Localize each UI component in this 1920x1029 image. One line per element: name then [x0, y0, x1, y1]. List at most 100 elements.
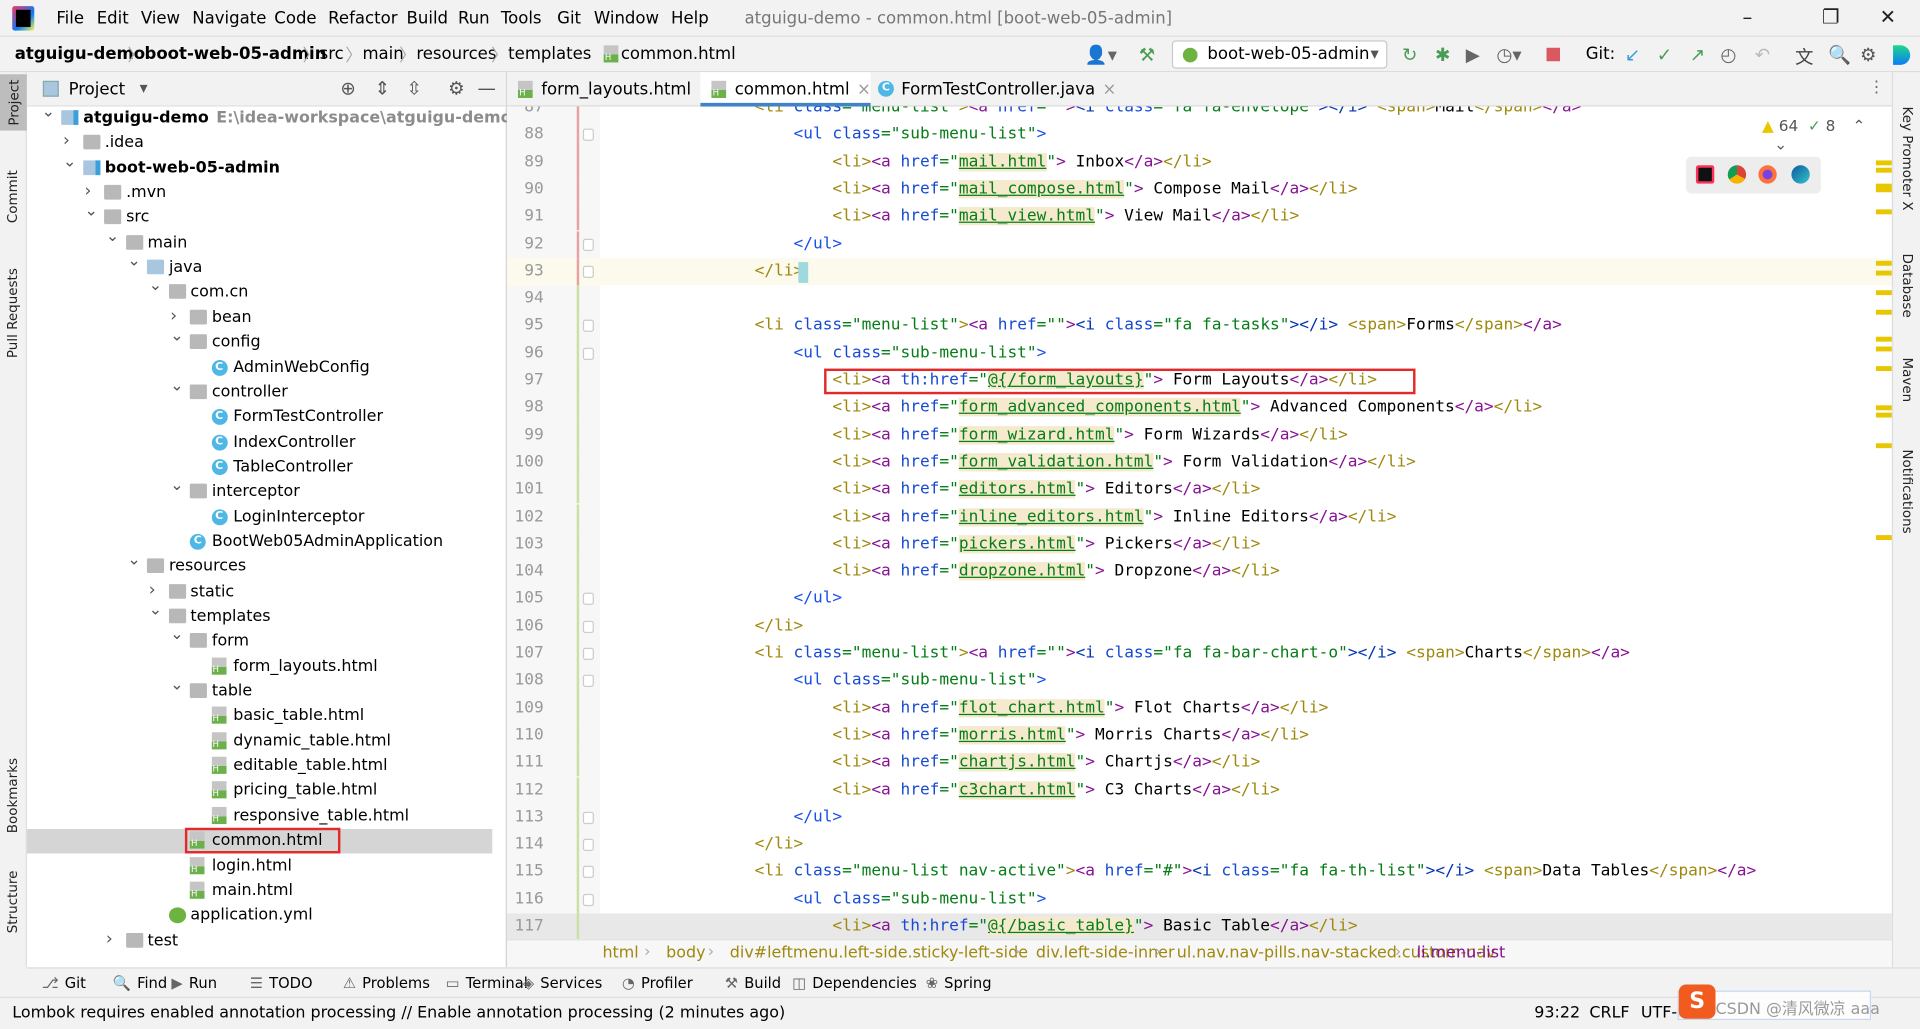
- tree-item[interactable]: › test: [27, 929, 492, 953]
- git-update-icon[interactable]: ↙: [1625, 44, 1640, 66]
- chevron-down-icon[interactable]: ⌄: [170, 676, 183, 694]
- run-configuration-select[interactable]: boot-web-05-admin ▾: [1171, 40, 1388, 69]
- nav-crumb[interactable]: main: [362, 44, 403, 64]
- code-line[interactable]: 99 <li><a href="form_wizard.html"> Form …: [507, 421, 1892, 450]
- chevron-right-icon[interactable]: ›: [63, 131, 70, 151]
- chevron-right-icon[interactable]: ›: [149, 580, 156, 600]
- tab-formtestcontroller-java[interactable]: C FormTestController.java ×: [867, 72, 1116, 106]
- intellij-browser-icon[interactable]: [1695, 165, 1715, 184]
- warning-mark[interactable]: [1875, 290, 1894, 296]
- tool-window-run[interactable]: ▶ Run: [171, 975, 217, 992]
- warning-mark[interactable]: [1875, 346, 1894, 352]
- tree-item[interactable]: ⌄ java: [27, 252, 492, 280]
- expand-all-icon[interactable]: ⇕: [375, 77, 390, 99]
- tree-item[interactable]: ⌄ atguigu-demo E:\idea-workspace\atguigu-d…: [27, 103, 512, 131]
- rollback-icon[interactable]: ↶: [1755, 44, 1770, 66]
- warning-mark[interactable]: [1875, 209, 1894, 215]
- tree-item[interactable]: ⌄ boot-web-05-admin: [27, 153, 492, 180]
- caret-position[interactable]: 93:22: [1534, 1004, 1580, 1022]
- code-line[interactable]: 111 <li><a href="chartjs.html"> Chartjs<…: [507, 749, 1892, 777]
- tool-window-problems[interactable]: ⚠ Problems: [343, 975, 430, 992]
- strip-pull-requests[interactable]: Pull Requests: [5, 268, 21, 358]
- code-line[interactable]: 114 </li>: [507, 831, 1892, 859]
- user-icon[interactable]: 👤▾: [1085, 44, 1117, 66]
- warning-mark[interactable]: [1875, 535, 1894, 541]
- chevron-right-icon[interactable]: ›: [170, 306, 177, 326]
- tab-common-html[interactable]: Hcommon.html ×: [700, 72, 871, 107]
- git-push-icon[interactable]: ↗: [1690, 44, 1705, 66]
- code-line[interactable]: 117 <li><a th:href="@{/basic_table}"> Ba…: [506, 913, 1892, 940]
- fold-marker-icon[interactable]: [582, 893, 594, 906]
- warning-mark[interactable]: [1875, 336, 1894, 342]
- project-title[interactable]: Project: [69, 80, 126, 100]
- search-icon[interactable]: 🔍: [1828, 44, 1851, 66]
- code-line[interactable]: 94: [507, 285, 1892, 313]
- tree-item[interactable]: ⌄ resources: [27, 551, 492, 579]
- nav-crumb[interactable]: boot-web-05-admin: [144, 44, 326, 64]
- translate-icon[interactable]: 文: [1795, 44, 1813, 70]
- strip-commit[interactable]: Commit: [5, 170, 21, 223]
- tree-item[interactable]: Hlogin.html: [27, 854, 492, 878]
- tool-window-terminal[interactable]: ▭ Terminal: [446, 975, 528, 992]
- code-line[interactable]: 100 <li><a href="form_validation.html"> …: [507, 449, 1892, 477]
- code-line[interactable]: 105 </ul>: [507, 585, 1892, 614]
- strip-notifications[interactable]: Notifications: [1899, 449, 1915, 533]
- fold-marker-icon[interactable]: [582, 265, 594, 278]
- history-icon[interactable]: ◴: [1720, 44, 1736, 66]
- tool-window-spring[interactable]: ❀ Spring: [926, 975, 992, 992]
- tree-item[interactable]: › static: [27, 580, 492, 604]
- warning-mark[interactable]: [1875, 366, 1894, 372]
- chrome-icon[interactable]: [1727, 165, 1747, 184]
- editor-crumb[interactable]: html: [602, 944, 638, 962]
- menu-window[interactable]: Window: [594, 9, 659, 29]
- tree-item[interactable]: ⌄ src: [27, 203, 492, 230]
- tool-window-todo[interactable]: ☰ TODO: [250, 975, 313, 992]
- code-line[interactable]: 104 <li><a href="dropzone.html"> Dropzon…: [507, 558, 1892, 586]
- fold-marker-icon[interactable]: [582, 128, 594, 142]
- tree-item[interactable]: C AdminWebConfig: [27, 356, 492, 380]
- code-line[interactable]: 96 <ul class="sub-menu-list">: [507, 340, 1892, 368]
- chevron-down-icon[interactable]: ⌄: [149, 601, 162, 619]
- tree-item[interactable]: ⌄ main: [27, 227, 492, 255]
- warning-mark[interactable]: [1875, 187, 1894, 193]
- code-line[interactable]: 101 <li><a href="editors.html"> Editors<…: [507, 476, 1892, 504]
- warning-mark[interactable]: [1875, 309, 1894, 315]
- tree-item[interactable]: ⌄ templates: [27, 601, 492, 629]
- debug-icon[interactable]: ✱: [1435, 44, 1450, 66]
- code-line[interactable]: 108 <ul class="sub-menu-list">: [507, 667, 1892, 696]
- strip-database[interactable]: Database: [1899, 253, 1915, 317]
- tool-window-dependencies[interactable]: ◫ Dependencies: [792, 975, 917, 992]
- firefox-icon[interactable]: [1758, 165, 1777, 184]
- chevron-down-icon[interactable]: ⌄: [170, 626, 183, 644]
- hide-icon[interactable]: —: [478, 77, 496, 99]
- close-tab-icon[interactable]: ×: [1102, 80, 1116, 100]
- chevron-right-icon[interactable]: ›: [84, 181, 91, 201]
- code-line[interactable]: 102 <li><a href="inline_editors.html"> I…: [507, 503, 1892, 532]
- tree-item[interactable]: › .idea: [27, 131, 492, 155]
- code-line[interactable]: 106 </li>: [507, 613, 1892, 641]
- tree-item[interactable]: Hdynamic_table.html: [27, 729, 492, 753]
- code-line[interactable]: 107 <li class="menu-list"><a href=""><i …: [507, 640, 1892, 668]
- tool-window-build[interactable]: ⚒ Build: [725, 975, 781, 992]
- strip-key-promoter[interactable]: Key Promoter X: [1899, 107, 1915, 211]
- tree-item[interactable]: Hmain.html: [27, 879, 492, 903]
- gear-icon[interactable]: ⚙: [448, 77, 464, 99]
- chevron-down-icon[interactable]: ▾: [140, 80, 148, 98]
- code-area[interactable]: 87 <li class="menu-list"><a href=""><i c…: [506, 106, 1892, 940]
- code-line[interactable]: 89 <li><a href="mail.html"> Inbox</a></l…: [507, 148, 1892, 177]
- code-line[interactable]: 87 <li class="menu-list"><a href=""><i c…: [507, 106, 1892, 122]
- more-tabs-icon[interactable]: ⋮: [1869, 78, 1885, 96]
- code-line[interactable]: 97 <li><a th:href="@{/form_layouts}"> Fo…: [507, 367, 1892, 395]
- edge-icon[interactable]: [1791, 165, 1810, 184]
- tree-item[interactable]: ⌄ config: [27, 327, 492, 355]
- chevron-right-icon[interactable]: ›: [106, 929, 113, 949]
- code-line[interactable]: 92 </ul>: [507, 230, 1892, 259]
- warning-mark[interactable]: [1875, 260, 1894, 266]
- chevron-down-icon[interactable]: ⌄: [84, 203, 97, 221]
- code-line[interactable]: 95 <li class="menu-list"><a href=""><i c…: [507, 312, 1892, 341]
- chevron-down-icon[interactable]: ⌄: [127, 252, 140, 270]
- fold-marker-icon[interactable]: [582, 811, 594, 824]
- code-line[interactable]: 90 <li><a href="mail_compose.html"> Comp…: [507, 176, 1892, 204]
- chevron-down-icon[interactable]: ⌄: [127, 551, 140, 569]
- menu-refactor[interactable]: Refactor: [328, 9, 397, 29]
